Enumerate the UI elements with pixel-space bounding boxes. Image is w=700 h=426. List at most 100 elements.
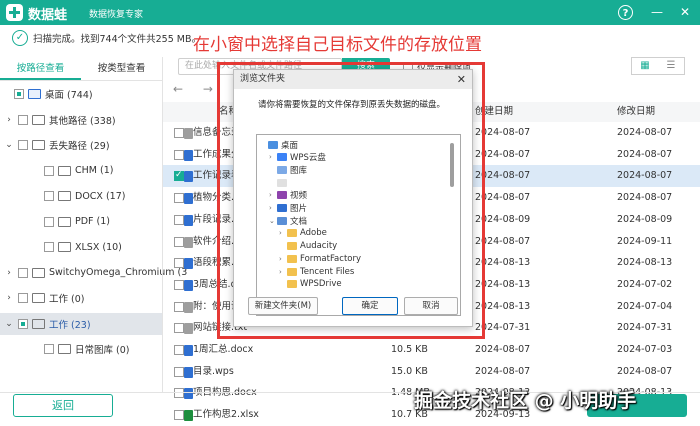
dialog-tree-item[interactable] [269, 176, 290, 189]
help-icon[interactable]: ? [618, 5, 633, 20]
chevron-icon[interactable]: › [279, 255, 287, 263]
row-checkbox[interactable] [174, 345, 184, 355]
dialog-scrollbar[interactable] [450, 143, 454, 187]
file-modified: 2024-08-13 [617, 257, 673, 269]
dialog-tree-item[interactable]: 桌面 [260, 138, 298, 151]
tree-checkbox[interactable] [18, 114, 28, 125]
tree-checkbox[interactable] [44, 344, 54, 354]
tree-item[interactable]: 桌面 (744) [0, 83, 93, 105]
tree-item[interactable]: › SwitchyOmega_Chromium (3 [4, 262, 187, 284]
folder-icon [32, 293, 45, 303]
ok-button[interactable]: 确定 [342, 297, 398, 315]
dialog-tree-label: Audacity [300, 241, 338, 252]
tree-item-label: 其他路径 (338) [49, 115, 116, 127]
chevron-icon[interactable]: › [269, 204, 277, 212]
tree-checkbox[interactable] [44, 242, 54, 252]
dialog-folder-tree[interactable]: 桌面 › WPS云盘 图库 › 视频 › 图片 ⌄ 文档 › Adobe Audacity › Format… [256, 134, 461, 316]
file-icon [184, 301, 193, 313]
browse-folder-dialog: 浏览文件夹 ✕ 请你将需要恢复的文件保存到原丢失数据的磁盘。 桌面 › WPS云盘图… [233, 69, 473, 327]
chevron-icon[interactable]: › [279, 268, 287, 276]
dialog-tree-item[interactable]: 图库 [269, 163, 307, 176]
dialog-tree-item[interactable]: › 视频 [269, 189, 307, 202]
dialog-tree-item[interactable]: WPSDrive [279, 278, 342, 291]
row-checkbox[interactable] [174, 366, 184, 377]
tree-item-label: 丢失路径 (29) [49, 141, 110, 152]
dialog-tree-item[interactable]: › WPS云盘 [269, 151, 326, 164]
folder-icon [287, 242, 297, 251]
tree-checkbox[interactable] [18, 267, 28, 278]
tree-checkbox[interactable] [44, 191, 54, 201]
chevron-icon[interactable]: › [4, 115, 14, 125]
file-modified: 2024-07-04 [617, 300, 673, 312]
tree-item[interactable]: DOCX (17) [30, 185, 125, 207]
back-arrow-icon[interactable]: ← [173, 82, 183, 96]
row-checkbox[interactable] [174, 193, 184, 204]
chevron-icon[interactable]: ⌄ [4, 140, 14, 150]
dialog-tree-item[interactable]: ⌄ 文档 [269, 214, 307, 227]
file-size: 10.5 KB [391, 344, 428, 355]
row-checkbox[interactable] [174, 214, 184, 225]
new-folder-button[interactable]: 新建文件夹(M) [248, 297, 318, 315]
dialog-message: 请你将需要恢复的文件保存到原丢失数据的磁盘。 [258, 100, 446, 110]
cancel-button[interactable]: 取消 [404, 297, 458, 315]
tree-checkbox[interactable] [18, 293, 28, 303]
dialog-tree-item[interactable]: › 图片 [269, 202, 307, 215]
table-row[interactable]: 1周汇总.docx 10.5 KB 2024-08-07 2024-07-03 [163, 339, 700, 361]
row-checkbox[interactable] [174, 236, 184, 247]
grid-view-icon[interactable]: ▦ [632, 58, 658, 74]
file-name: 工作构思2.xlsx [193, 409, 259, 421]
tree-checkbox[interactable] [44, 165, 54, 176]
dialog-tree-item[interactable]: Audacity [279, 240, 337, 253]
chevron-icon[interactable]: › [269, 191, 277, 199]
row-checkbox[interactable] [174, 279, 184, 290]
back-button[interactable]: 返回 [13, 394, 113, 417]
dialog-tree-item[interactable]: › Tencent Files [279, 265, 354, 278]
row-checkbox[interactable] [174, 323, 184, 334]
view-tabs: 按路径查看 按类型查看 [0, 57, 162, 81]
tree-item[interactable]: › 工作 (0) [4, 287, 84, 309]
row-checkbox[interactable] [174, 410, 184, 421]
chevron-icon[interactable]: › [279, 229, 287, 237]
row-checkbox[interactable] [174, 149, 184, 160]
tab-by-type[interactable]: 按类型查看 [81, 57, 162, 80]
tree-checkbox[interactable] [44, 216, 54, 227]
tree-item[interactable]: XLSX (10) [30, 236, 122, 258]
chevron-icon[interactable]: › [269, 153, 277, 161]
dialog-tree-label: WPS云盘 [290, 153, 326, 164]
folder-icon [277, 178, 287, 187]
dialog-tree-item[interactable]: › FormatFactory [279, 252, 361, 265]
row-checkbox[interactable] [174, 170, 184, 182]
table-row[interactable]: 目录.wps 15.0 KB 2024-08-07 2024-08-07 [163, 361, 700, 383]
row-checkbox[interactable] [174, 301, 184, 312]
tree-item[interactable]: ⌄ 丢失路径 (29) [4, 134, 110, 156]
tree-checkbox[interactable] [18, 318, 28, 329]
file-modified: 2024-08-07 [617, 365, 673, 377]
dialog-tree-label: FormatFactory [300, 253, 362, 264]
folder-icon [287, 280, 297, 289]
file-modified: 2024-08-07 [617, 192, 673, 204]
row-checkbox[interactable] [174, 258, 184, 269]
row-checkbox[interactable] [174, 388, 184, 399]
close-button[interactable]: ✕ [676, 3, 694, 21]
tree-checkbox[interactable] [18, 140, 28, 150]
tree-item[interactable]: PDF (1) [30, 211, 110, 233]
chevron-icon[interactable]: ⌄ [269, 217, 277, 225]
tab-by-path[interactable]: 按路径查看 [0, 57, 81, 80]
forward-arrow-icon[interactable]: → [203, 82, 213, 96]
tree-item[interactable]: ⌄ 工作 (23) [0, 312, 162, 335]
chevron-icon[interactable]: › [4, 293, 14, 303]
tree-item[interactable]: 日常图库 (0) [30, 338, 129, 360]
tree-item[interactable]: › 其他路径 (338) [4, 109, 116, 131]
chevron-icon[interactable]: ⌄ [4, 319, 14, 329]
dialog-tree-item[interactable]: › Adobe [279, 227, 327, 240]
column-modified[interactable]: 修改日期 [617, 102, 655, 122]
chevron-icon[interactable]: › [4, 268, 14, 278]
tree-item[interactable]: CHM (1) [30, 160, 113, 182]
list-view-icon[interactable]: ☰ [658, 58, 684, 74]
tree-checkbox[interactable] [14, 89, 24, 99]
row-checkbox[interactable] [174, 128, 184, 138]
file-size: 15.0 KB [391, 365, 428, 377]
file-modified: 2024-07-03 [617, 344, 673, 355]
dialog-close-icon[interactable]: ✕ [457, 70, 466, 89]
minimize-button[interactable]: — [648, 3, 666, 21]
